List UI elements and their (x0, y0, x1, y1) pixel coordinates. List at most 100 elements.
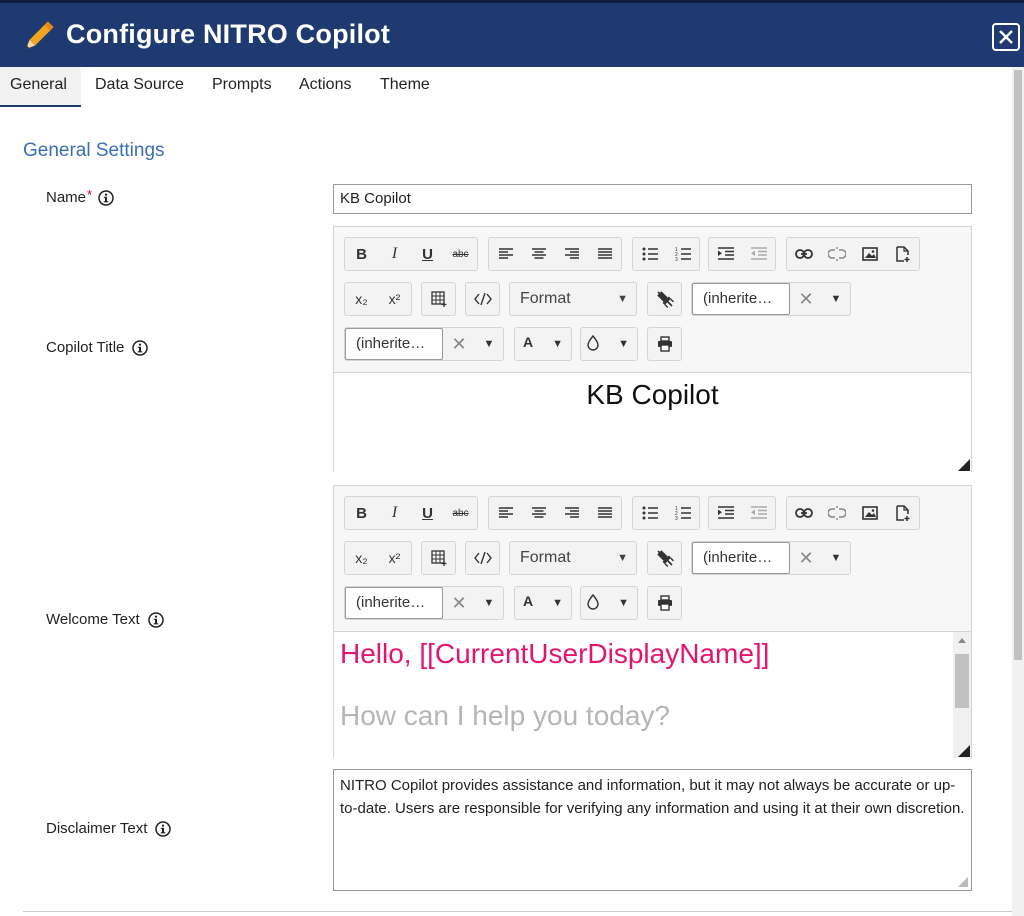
section-title: General Settings (23, 140, 165, 161)
image-button[interactable] (853, 238, 886, 270)
info-icon[interactable] (98, 189, 114, 206)
resize-handle[interactable] (958, 459, 970, 471)
subscript-button[interactable]: x₂ (345, 283, 378, 315)
pencil-icon (25, 21, 54, 50)
align-left-button[interactable] (489, 238, 522, 270)
indent-button[interactable] (709, 497, 742, 529)
welcome-text-content[interactable]: Hello, [[CurrentUserDisplayName]] How ca… (334, 631, 971, 758)
table-button[interactable] (422, 283, 455, 315)
align-center-button[interactable] (522, 238, 555, 270)
page-scrollbar[interactable] (1012, 67, 1024, 916)
bullet-list-button[interactable] (633, 238, 666, 270)
indent-icon (717, 247, 734, 260)
bullet-list-icon (642, 247, 658, 261)
unlink-button[interactable] (820, 238, 853, 270)
link-button[interactable] (787, 497, 820, 529)
outdent-icon (750, 247, 767, 260)
disclaimer-textarea[interactable]: NITRO Copilot provides assistance and in… (333, 769, 972, 891)
new-document-button[interactable] (886, 238, 919, 270)
bold-button[interactable]: B (345, 497, 378, 529)
align-left-icon (498, 507, 513, 518)
tab-general[interactable]: General (0, 67, 81, 107)
bold-button[interactable]: B (345, 238, 378, 270)
code-icon (473, 552, 492, 564)
info-icon[interactable] (155, 820, 172, 837)
new-document-button[interactable] (886, 497, 919, 529)
insert-group (786, 496, 920, 530)
align-right-button[interactable] (555, 497, 588, 529)
scrollbar-thumb[interactable] (955, 654, 969, 708)
text-color-button[interactable]: A ▼ (514, 586, 572, 620)
align-justify-button[interactable] (588, 238, 621, 270)
dialog-title: Configure NITRO Copilot (66, 19, 391, 49)
underline-button[interactable]: U (411, 497, 444, 529)
align-center-button[interactable] (522, 497, 555, 529)
outdent-button[interactable] (742, 238, 775, 270)
page-scrollbar-thumb[interactable] (1014, 70, 1022, 660)
link-icon (794, 508, 813, 518)
print-button[interactable] (648, 328, 681, 360)
new-document-icon (895, 505, 909, 521)
close-button[interactable] (992, 23, 1020, 51)
scroll-up-icon[interactable] (958, 638, 966, 643)
text-color-button[interactable]: A ▼ (514, 327, 572, 361)
clear-icon[interactable]: ✕ (445, 328, 473, 360)
italic-button[interactable]: I (378, 238, 411, 270)
font-size-input[interactable]: (inherite… (345, 587, 443, 619)
welcome-text-label: Welcome Text (46, 611, 164, 628)
bullet-list-button[interactable] (633, 497, 666, 529)
background-color-button[interactable]: ▼ (580, 327, 638, 361)
background-color-button[interactable]: ▼ (580, 586, 638, 620)
tab-actions[interactable]: Actions (299, 67, 351, 107)
clean-formatting-button[interactable] (648, 542, 681, 574)
outdent-button[interactable] (742, 497, 775, 529)
clear-icon[interactable]: ✕ (792, 542, 820, 574)
clear-icon[interactable]: ✕ (445, 587, 473, 619)
superscript-button[interactable]: x² (378, 542, 411, 574)
clean-formatting-button[interactable] (648, 283, 681, 315)
font-size-input[interactable]: (inherite… (345, 328, 443, 360)
strikethrough-button[interactable]: abc (444, 238, 477, 270)
resize-handle[interactable] (958, 877, 968, 887)
info-icon[interactable] (147, 611, 164, 628)
print-button[interactable] (648, 587, 681, 619)
indent-button[interactable] (709, 238, 742, 270)
copilot-title-content[interactable]: KB Copilot (334, 372, 971, 472)
font-family-combo: (inherite… ✕ ▼ (691, 282, 851, 316)
chevron-down-icon: ▼ (617, 552, 628, 564)
chevron-down-icon[interactable]: ▼ (475, 587, 503, 619)
align-left-button[interactable] (489, 497, 522, 529)
chevron-down-icon[interactable]: ▼ (822, 542, 850, 574)
chevron-down-icon[interactable]: ▼ (822, 283, 850, 315)
italic-button[interactable]: I (378, 497, 411, 529)
tab-prompts[interactable]: Prompts (212, 67, 272, 107)
align-right-button[interactable] (555, 238, 588, 270)
info-icon[interactable] (132, 339, 149, 356)
clear-icon[interactable]: ✕ (792, 283, 820, 315)
format-dropdown[interactable]: Format ▼ (509, 282, 637, 316)
table-button[interactable] (422, 542, 455, 574)
numbered-list-button[interactable]: 123 (666, 497, 699, 529)
font-family-input[interactable]: (inherite… (692, 283, 790, 315)
numbered-list-button[interactable]: 123 (666, 238, 699, 270)
html-source-button[interactable] (466, 283, 499, 315)
underline-button[interactable]: U (411, 238, 444, 270)
name-input[interactable]: KB Copilot (333, 184, 972, 214)
image-button[interactable] (853, 497, 886, 529)
name-label-text: Name (46, 189, 87, 206)
unlink-button[interactable] (820, 497, 853, 529)
superscript-button[interactable]: x² (378, 283, 411, 315)
link-button[interactable] (787, 238, 820, 270)
tab-theme[interactable]: Theme (380, 67, 430, 107)
tab-data-source[interactable]: Data Source (95, 67, 184, 107)
print-icon (657, 595, 672, 611)
format-dropdown[interactable]: Format ▼ (509, 541, 637, 575)
scrollbar[interactable] (953, 632, 971, 758)
align-justify-button[interactable] (588, 497, 621, 529)
subscript-button[interactable]: x₂ (345, 542, 378, 574)
font-family-input[interactable]: (inherite… (692, 542, 790, 574)
strikethrough-button[interactable]: abc (444, 497, 477, 529)
resize-handle[interactable] (958, 745, 970, 757)
chevron-down-icon[interactable]: ▼ (475, 328, 503, 360)
html-source-button[interactable] (466, 542, 499, 574)
